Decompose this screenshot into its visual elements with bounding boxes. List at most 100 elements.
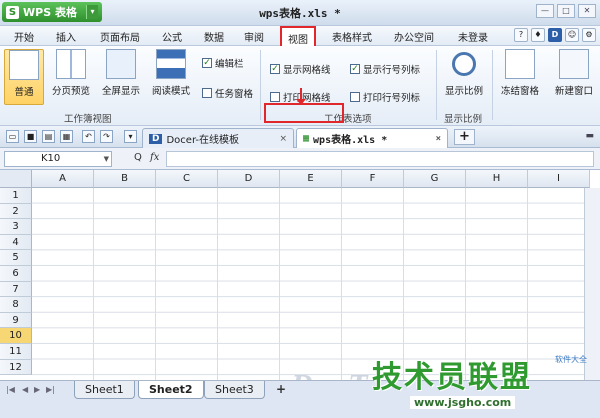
reading-mode-button[interactable]: 阅读模式 [148, 49, 194, 105]
user-icon[interactable]: ☺ [565, 28, 579, 42]
tab-document[interactable]: ▦ wps表格.xls * × [296, 128, 448, 148]
magnifier-icon [452, 52, 476, 76]
spreadsheet-grid: ABCDEFGHI 123456789101112 www.DuoTe.com [0, 170, 600, 380]
first-sheet-icon[interactable]: |◀ [6, 385, 15, 394]
prev-sheet-icon[interactable]: ◀ [22, 385, 28, 394]
chevron-down-icon: ▼ [103, 155, 109, 163]
brand-small-text: 软件大全 [555, 355, 587, 364]
ribbon-separator [260, 50, 261, 120]
new-tab-button[interactable]: + [454, 129, 475, 145]
show-gridlines-toggle[interactable]: ✓ 显示网格线 [270, 62, 331, 76]
zoom-button[interactable]: 显示比例 [442, 49, 486, 105]
row-header[interactable]: 8 [0, 297, 32, 313]
menu-item-formulas[interactable]: 公式 [162, 29, 182, 44]
column-header[interactable]: G [404, 170, 466, 188]
fx-icon[interactable]: fx [150, 152, 159, 163]
print-preview-icon[interactable]: ▦ [60, 130, 73, 143]
menu-item-table-style[interactable]: 表格样式 [332, 29, 372, 44]
new-window-button[interactable]: 新建窗口 [548, 49, 600, 105]
open-folder-icon[interactable]: ▭ [6, 130, 19, 143]
row-header[interactable]: 12 [0, 359, 32, 376]
new-window-icon [559, 49, 589, 79]
name-box-value: K10 [41, 153, 61, 164]
sheet-tab[interactable]: Sheet1 [74, 381, 135, 399]
row-header[interactable]: 6 [0, 266, 32, 282]
checkbox-unchecked-icon [202, 88, 212, 98]
normal-view-button[interactable]: 普通 [4, 49, 44, 105]
menu-item-view[interactable]: 视图 [280, 26, 316, 46]
column-header[interactable]: E [280, 170, 342, 188]
maximize-button[interactable]: □ [557, 4, 575, 18]
save-icon[interactable]: ■ [24, 130, 37, 143]
print-headers-toggle[interactable]: 打印行号列标 [350, 90, 420, 104]
select-all-corner[interactable] [0, 170, 32, 188]
login-link[interactable]: 未登录 [458, 29, 488, 44]
row-header[interactable]: 3 [0, 219, 32, 235]
normal-view-label: 普通 [14, 87, 34, 98]
close-icon[interactable]: × [279, 134, 287, 144]
zoom-label: 显示比例 [444, 86, 483, 97]
print-icon[interactable]: ▤ [42, 130, 55, 143]
row-header[interactable]: 7 [0, 281, 32, 298]
menu-item-home[interactable]: 开始 [14, 29, 34, 44]
row-header[interactable]: 5 [0, 250, 32, 266]
tab-docer-label: Docer-在线模板 [166, 135, 240, 146]
row-header[interactable]: 2 [0, 203, 32, 220]
fullscreen-button[interactable]: 全屏显示 [98, 49, 144, 105]
annotation-highlight-box [264, 103, 344, 123]
column-header[interactable]: I [528, 170, 590, 188]
column-header[interactable]: H [466, 170, 528, 188]
close-icon[interactable]: × [436, 134, 441, 144]
menu-item-page-layout[interactable]: 页面布局 [100, 29, 140, 44]
menu-item-review[interactable]: 审阅 [244, 29, 264, 44]
column-header[interactable]: D [218, 170, 280, 188]
docer-icon[interactable]: D [548, 28, 562, 42]
show-headers-toggle[interactable]: ✓ 显示行号列标 [350, 62, 420, 76]
last-sheet-icon[interactable]: ▶| [46, 385, 55, 394]
zoom-icon[interactable]: Q [134, 152, 142, 163]
workbook-views-group-label: 工作簿视图 [64, 114, 112, 125]
checkbox-unchecked-icon [270, 92, 280, 102]
row-header[interactable]: 9 [0, 312, 32, 329]
tab-docer[interactable]: D Docer-在线模板 × [142, 128, 294, 148]
task-pane-toggle[interactable]: 任务窗格 [202, 86, 253, 100]
column-header[interactable]: C [156, 170, 218, 188]
close-button[interactable]: ✕ [578, 4, 596, 18]
undo-icon[interactable]: ↶ [82, 130, 95, 143]
row-header[interactable]: 4 [0, 234, 32, 251]
sheet-tab[interactable]: Sheet3 [204, 381, 265, 399]
skin-icon[interactable]: ♦ [531, 28, 545, 42]
settings-icon[interactable]: ⚙ [582, 28, 596, 42]
minimize-button[interactable]: — [536, 4, 554, 18]
page-break-preview-button[interactable]: 分页预览 [48, 49, 94, 105]
formula-bar: K10 ▼ Q fx [0, 148, 600, 170]
page-break-icon [56, 49, 86, 79]
row-header[interactable]: 1 [0, 188, 32, 204]
sheet-tab-active[interactable]: Sheet2 [138, 381, 204, 399]
add-sheet-button[interactable]: + [276, 382, 286, 396]
formula-input[interactable] [166, 151, 594, 167]
next-sheet-icon[interactable]: ▶ [34, 385, 40, 394]
customize-toolbar-icon[interactable]: ▾ [124, 130, 137, 143]
vertical-scrollbar[interactable] [584, 188, 600, 380]
column-header[interactable]: A [32, 170, 94, 188]
page-break-label: 分页预览 [51, 86, 90, 97]
column-header[interactable]: B [94, 170, 156, 188]
formula-bar-toggle[interactable]: ✓ 编辑栏 [202, 56, 244, 70]
docer-tab-icon: D [149, 133, 163, 144]
redo-icon[interactable]: ↷ [100, 130, 113, 143]
tab-document-label: wps表格.xls * [313, 135, 388, 146]
document-tabs-bar: ▭ ■ ▤ ▦ ↶ ↷ ▾ D Docer-在线模板 × ▦ wps表格.xls… [0, 126, 600, 148]
menu-item-office-space[interactable]: 办公空间 [394, 29, 434, 44]
task-pane-toggle-label: 任务窗格 [215, 89, 254, 100]
collapse-ribbon-icon[interactable]: ▬ [585, 131, 594, 141]
row-header[interactable]: 11 [0, 344, 32, 360]
name-box[interactable]: K10 ▼ [4, 151, 112, 167]
freeze-panes-button[interactable]: 冻结窗格 [496, 49, 544, 105]
help-icon[interactable]: ? [514, 28, 528, 42]
column-header[interactable]: F [342, 170, 404, 188]
menu-item-insert[interactable]: 插入 [56, 29, 76, 44]
show-gridlines-label: 显示网格线 [283, 65, 331, 76]
menu-item-data[interactable]: 数据 [204, 29, 224, 44]
row-header-selected[interactable]: 10 [0, 328, 32, 344]
